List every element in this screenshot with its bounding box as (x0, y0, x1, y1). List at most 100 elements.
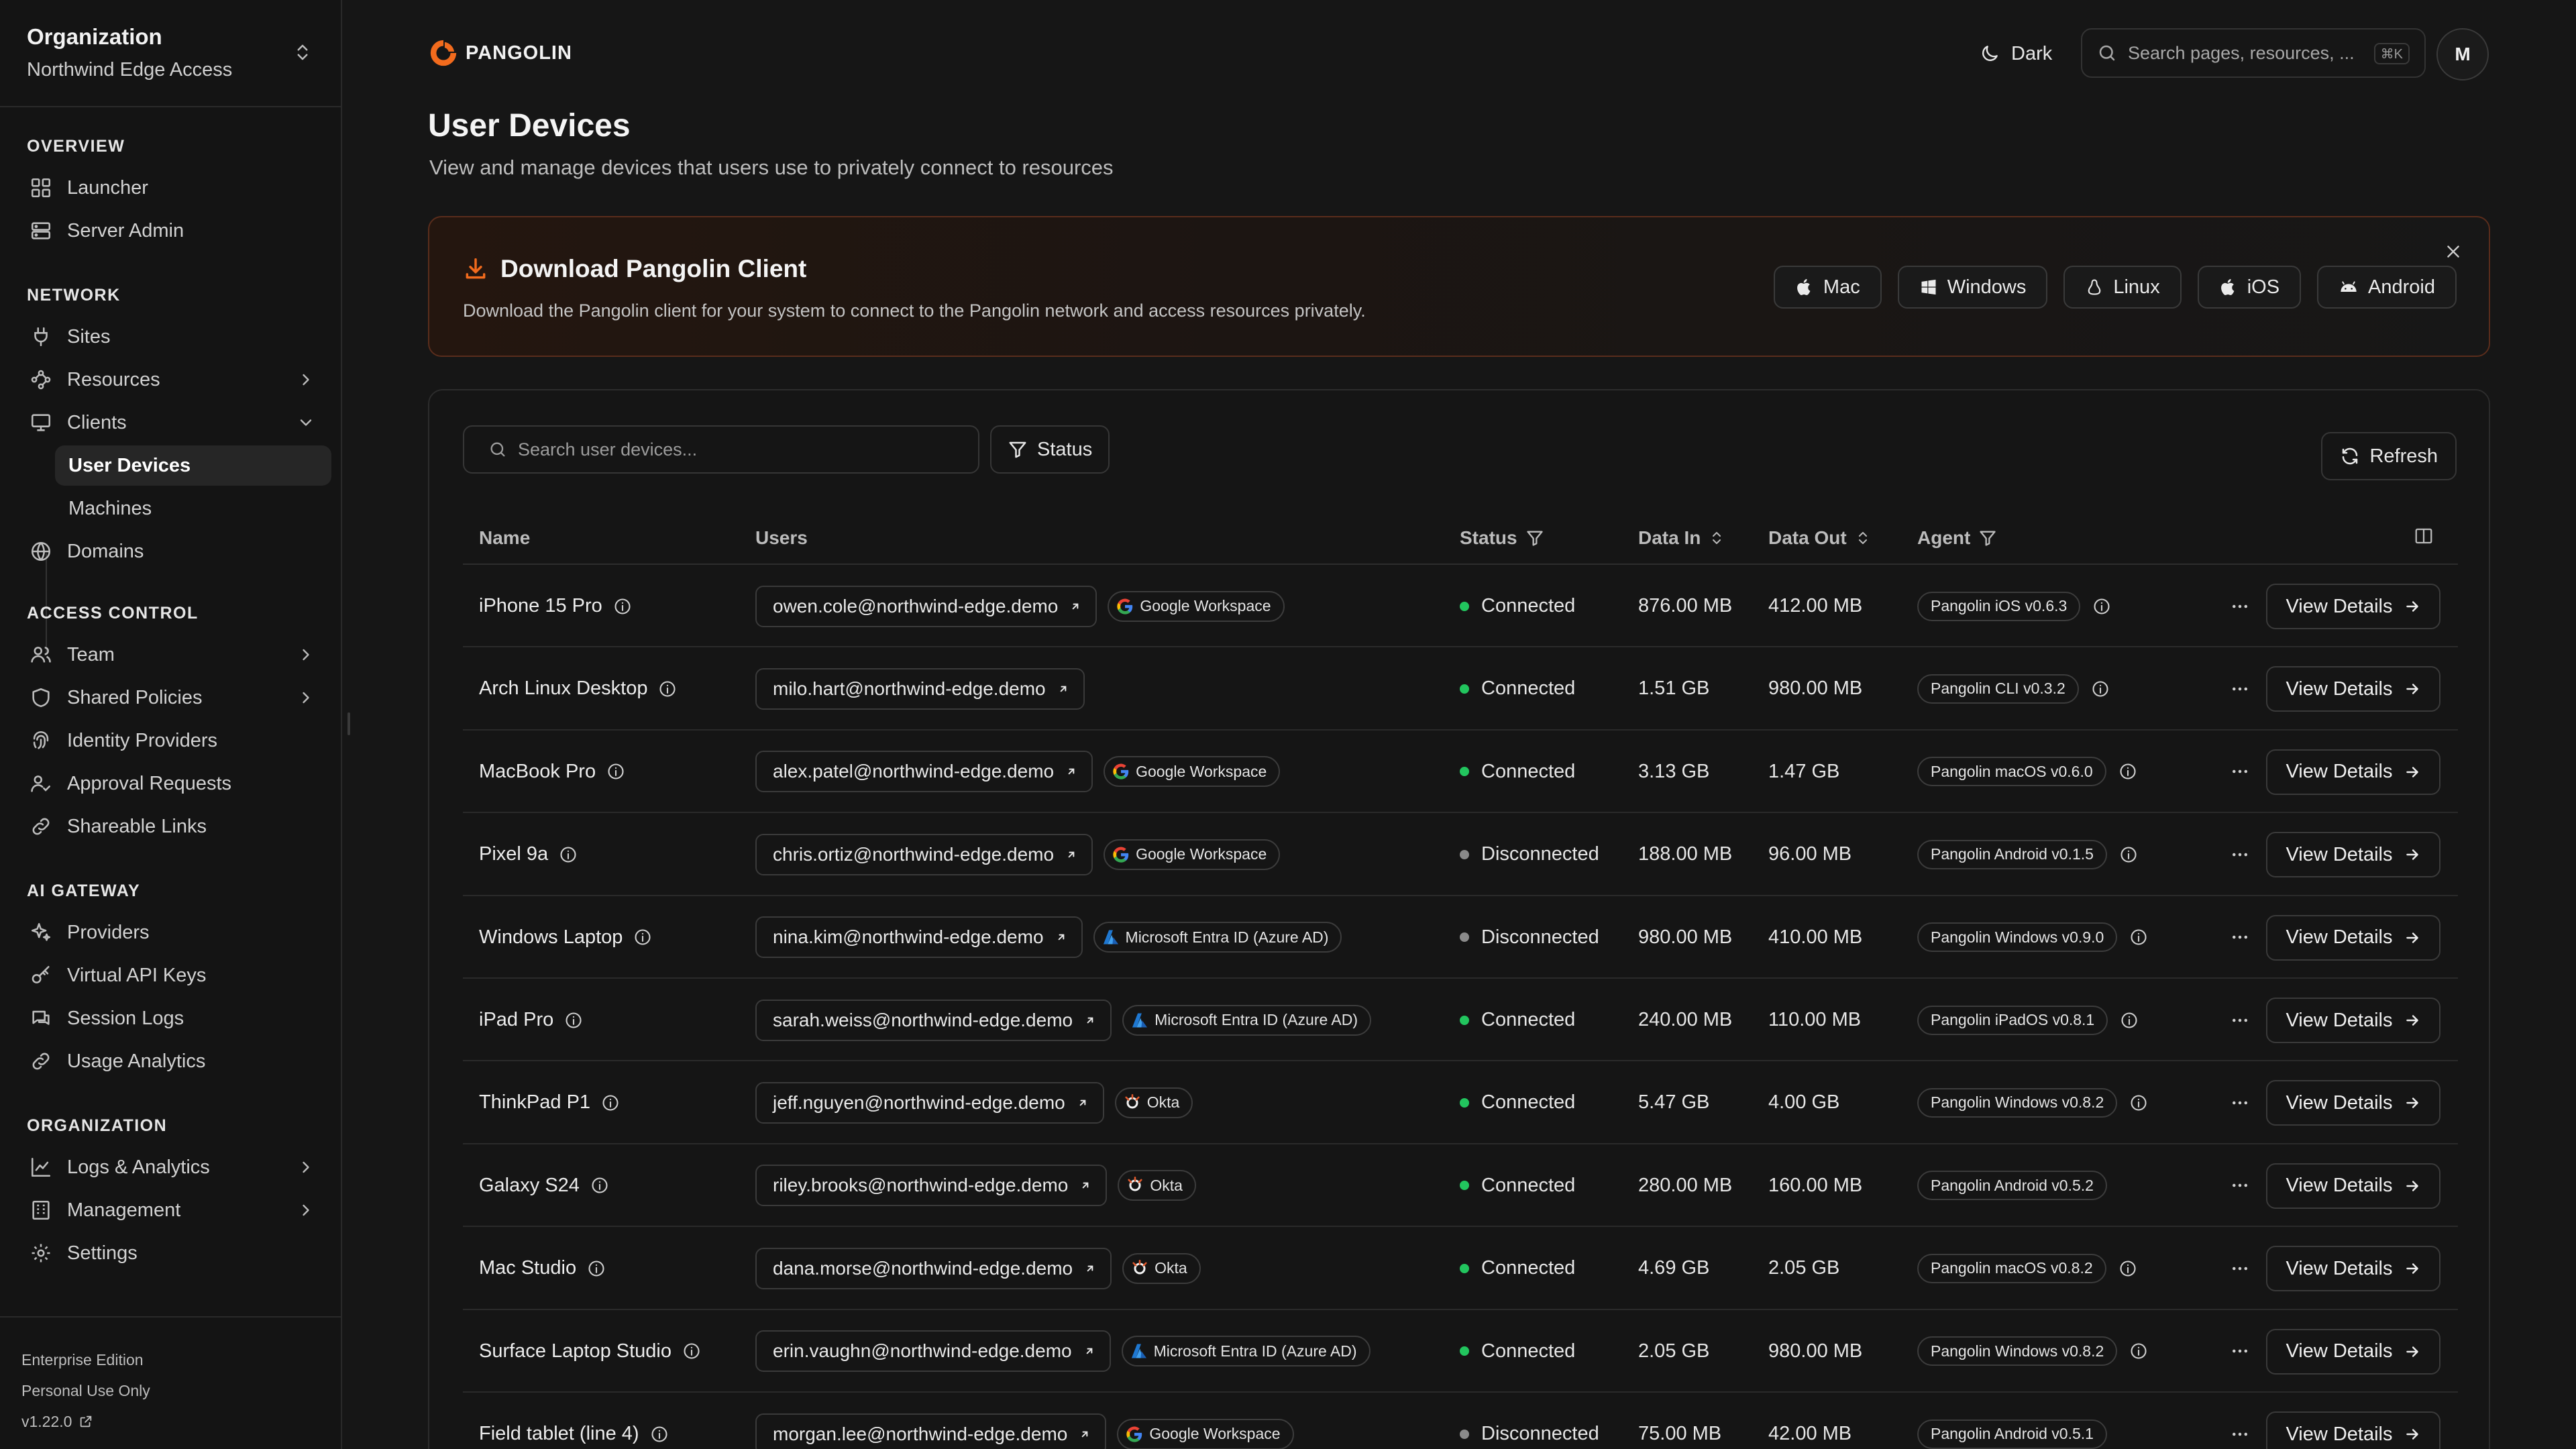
info-icon[interactable] (2106, 762, 2137, 781)
table-row[interactable]: iPhone 15 Pro owen.cole@northwind-edge.d… (463, 566, 2458, 648)
download-linux-button[interactable]: Linux (2063, 266, 2182, 309)
info-icon[interactable] (553, 1011, 583, 1030)
close-icon[interactable] (2445, 243, 2462, 260)
info-icon[interactable] (548, 845, 578, 864)
view-details-button[interactable]: View Details (2266, 666, 2440, 712)
view-details-button[interactable]: View Details (2266, 584, 2440, 629)
status-filter-button[interactable]: Status (990, 425, 1110, 474)
sidebar-item-session-logs[interactable]: Session Logs (19, 998, 331, 1038)
version-link[interactable]: v1.22.0 (21, 1406, 342, 1437)
more-actions-icon[interactable] (2230, 732, 2250, 812)
sidebar-item-logs-analytics[interactable]: Logs & Analytics (19, 1147, 331, 1187)
more-actions-icon[interactable] (2230, 1394, 2250, 1449)
more-actions-icon[interactable] (2230, 980, 2250, 1060)
view-details-button[interactable]: View Details (2266, 1080, 2440, 1126)
info-icon[interactable] (2080, 597, 2111, 616)
user-link[interactable]: owen.cole@northwind-edge.demo (755, 585, 1097, 627)
info-icon[interactable] (2108, 1011, 2139, 1030)
more-actions-icon[interactable] (2230, 649, 2250, 729)
user-link[interactable]: dana.morse@northwind-edge.demo (755, 1247, 1112, 1289)
table-row[interactable]: Surface Laptop Studio erin.vaughn@northw… (463, 1311, 2458, 1393)
info-icon[interactable] (672, 1342, 701, 1360)
sidebar-item-resources[interactable]: Resources (19, 360, 331, 400)
more-actions-icon[interactable] (2230, 566, 2250, 646)
info-icon[interactable] (647, 680, 677, 698)
sidebar-item-launcher[interactable]: Launcher (19, 168, 331, 208)
info-icon[interactable] (2079, 680, 2110, 698)
global-search-input[interactable]: Search pages, resources, ... ⌘K (2081, 28, 2426, 78)
info-icon[interactable] (623, 928, 652, 947)
avatar[interactable]: M (2436, 28, 2489, 80)
download-ios-button[interactable]: iOS (2197, 266, 2302, 309)
view-details-button[interactable]: View Details (2266, 1163, 2440, 1209)
sidebar-item-clients[interactable]: Clients (19, 402, 331, 443)
theme-toggle-button[interactable]: Dark (1966, 34, 2065, 74)
view-details-button[interactable]: View Details (2266, 749, 2440, 795)
more-actions-icon[interactable] (2230, 814, 2250, 894)
info-icon[interactable] (576, 1259, 606, 1278)
info-icon[interactable] (580, 1176, 609, 1195)
table-row[interactable]: Field tablet (line 4) morgan.lee@northwi… (463, 1394, 2458, 1449)
more-actions-icon[interactable] (2230, 1063, 2250, 1142)
table-row[interactable]: iPad Pro sarah.weiss@northwind-edge.demo… (463, 980, 2458, 1062)
sidebar-item-machines[interactable]: Machines (55, 488, 331, 529)
info-icon[interactable] (596, 762, 625, 781)
sidebar-item-approval-requests[interactable]: Approval Requests (19, 763, 331, 804)
sidebar-item-usage-analytics[interactable]: Usage Analytics (19, 1041, 331, 1081)
user-link[interactable]: nina.kim@northwind-edge.demo (755, 916, 1083, 959)
view-details-button[interactable]: View Details (2266, 914, 2440, 961)
view-details-button[interactable]: View Details (2266, 1411, 2440, 1449)
sidebar-item-shared-policies[interactable]: Shared Policies (19, 678, 331, 718)
user-link[interactable]: morgan.lee@northwind-edge.demo (755, 1413, 1107, 1449)
refresh-button[interactable]: Refresh (2321, 432, 2457, 480)
more-actions-icon[interactable] (2230, 1311, 2250, 1391)
user-link[interactable]: riley.brooks@northwind-edge.demo (755, 1165, 1108, 1207)
info-icon[interactable] (2117, 1093, 2148, 1112)
sidebar-item-user-devices[interactable]: User Devices (55, 445, 331, 486)
more-actions-icon[interactable] (2230, 1228, 2250, 1308)
sidebar-item-domains[interactable]: Domains (19, 531, 331, 572)
columns-icon[interactable] (2414, 526, 2434, 546)
download-mac-button[interactable]: Mac (1773, 266, 1882, 309)
sidebar-item-virtual-api-keys[interactable]: Virtual API Keys (19, 955, 331, 996)
user-link[interactable]: erin.vaughn@northwind-edge.demo (755, 1330, 1111, 1373)
table-row[interactable]: ThinkPad P1 jeff.nguyen@northwind-edge.d… (463, 1063, 2458, 1144)
table-row[interactable]: MacBook Pro alex.patel@northwind-edge.de… (463, 732, 2458, 814)
sidebar-resize-handle[interactable] (347, 712, 350, 735)
info-icon[interactable] (639, 1425, 669, 1444)
table-row[interactable]: Pixel 9a chris.ortiz@northwind-edge.demo… (463, 814, 2458, 896)
sidebar-item-team[interactable]: Team (19, 635, 331, 675)
more-actions-icon[interactable] (2230, 898, 2250, 977)
device-search-input[interactable]: Search user devices... (463, 425, 979, 474)
table-row[interactable]: Galaxy S24 riley.brooks@northwind-edge.d… (463, 1146, 2458, 1228)
column-data-in[interactable]: Data In (1638, 511, 1725, 565)
table-row[interactable]: Arch Linux Desktop milo.hart@northwind-e… (463, 649, 2458, 731)
sidebar-item-identity-providers[interactable]: Identity Providers (19, 720, 331, 761)
org-switcher[interactable]: Organization Northwind Edge Access (0, 0, 342, 107)
download-windows-button[interactable]: Windows (1897, 266, 2048, 309)
user-link[interactable]: milo.hart@northwind-edge.demo (755, 667, 1085, 710)
info-icon[interactable] (590, 1093, 620, 1112)
info-icon[interactable] (2117, 928, 2148, 947)
brand-logo[interactable]: PANGOLIN (428, 38, 572, 68)
info-icon[interactable] (2117, 1342, 2148, 1360)
info-icon[interactable] (602, 597, 632, 616)
view-details-button[interactable]: View Details (2266, 832, 2440, 878)
column-agent[interactable]: Agent (1917, 511, 1997, 565)
info-icon[interactable] (2107, 845, 2138, 864)
view-details-button[interactable]: View Details (2266, 1328, 2440, 1375)
column-data-out[interactable]: Data Out (1768, 511, 1871, 565)
sidebar-item-server-admin[interactable]: Server Admin (19, 211, 331, 251)
user-link[interactable]: chris.ortiz@northwind-edge.demo (755, 833, 1093, 875)
info-icon[interactable] (2106, 1259, 2137, 1278)
sidebar-item-settings[interactable]: Settings (19, 1233, 331, 1273)
sidebar-item-sites[interactable]: Sites (19, 317, 331, 357)
column-status[interactable]: Status (1460, 511, 1544, 565)
sidebar-item-shareable-links[interactable]: Shareable Links (19, 806, 331, 847)
user-link[interactable]: sarah.weiss@northwind-edge.demo (755, 999, 1112, 1041)
download-android-button[interactable]: Android (2317, 266, 2457, 309)
view-details-button[interactable]: View Details (2266, 1246, 2440, 1292)
sidebar-item-management[interactable]: Management (19, 1190, 331, 1230)
user-link[interactable]: alex.patel@northwind-edge.demo (755, 751, 1093, 793)
sidebar-item-providers[interactable]: Providers (19, 912, 331, 953)
